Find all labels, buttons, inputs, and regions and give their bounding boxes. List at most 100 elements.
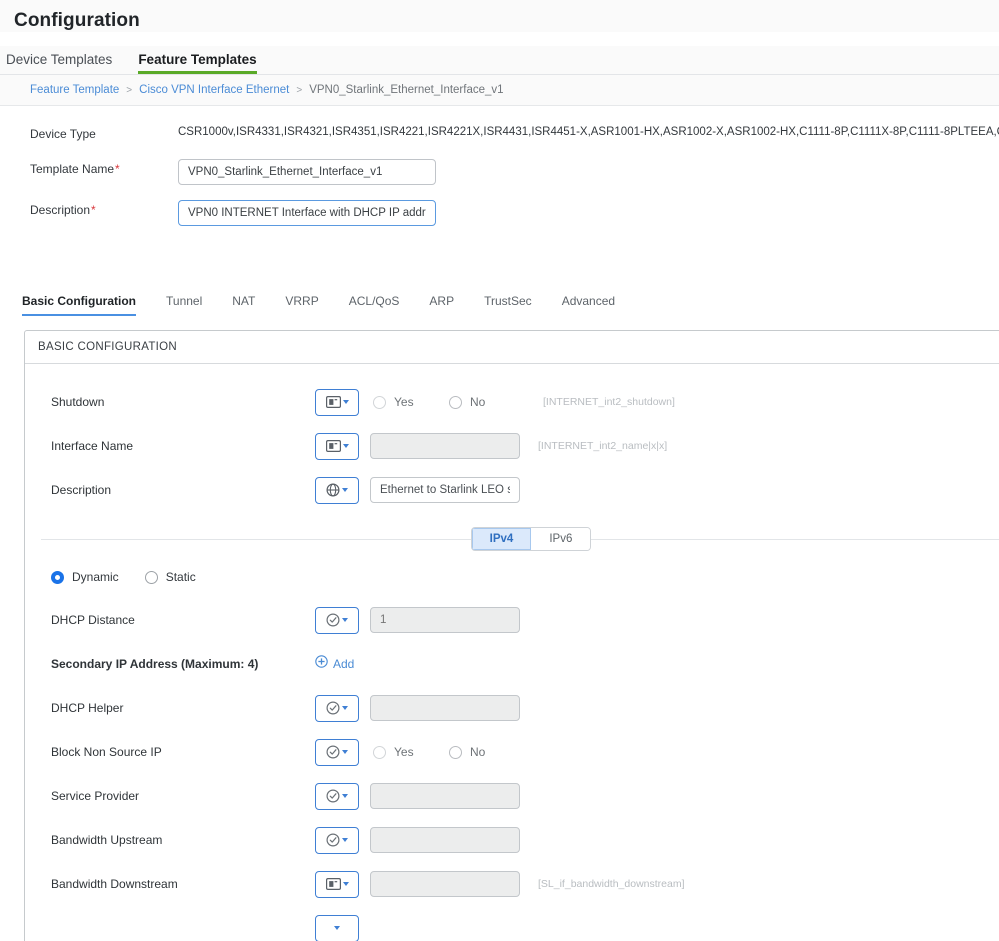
- scope-selector-dhcp-helper[interactable]: [315, 694, 359, 722]
- label-dhcp-distance: DHCP Distance: [51, 613, 135, 627]
- radio-circle-icon: [449, 395, 462, 409]
- radio-group-shutdown: Yes No: [373, 395, 525, 409]
- label-interface-name: Interface Name: [51, 439, 134, 453]
- chevron-down-icon: [342, 838, 348, 842]
- radio-block-non-source-ip-no[interactable]: No: [449, 745, 525, 759]
- panel-body: Shutdown Yes No [INTERNET_int2_shutdown]…: [25, 364, 999, 941]
- tab-acl-qos[interactable]: ACL/QoS: [349, 294, 400, 316]
- variable-name-bandwidth-downstream: [SL_if_bandwidth_downstream]: [538, 878, 685, 890]
- chevron-down-icon: [342, 750, 348, 754]
- breadcrumb-cisco-vpn-interface-ethernet[interactable]: Cisco VPN Interface Ethernet: [139, 84, 289, 96]
- segment-ipv6[interactable]: IPv6: [531, 528, 591, 550]
- input-service-provider[interactable]: [370, 783, 520, 809]
- device-type-value: CSR1000v,ISR4331,ISR4321,ISR4351,ISR4221…: [178, 126, 999, 138]
- ip-family-toggle: IPv4 IPv6: [470, 527, 592, 551]
- main-tabbar: Device Templates Feature Templates: [0, 46, 999, 75]
- label-bandwidth-upstream: Bandwidth Upstream: [51, 833, 163, 847]
- tab-trustsec[interactable]: TrustSec: [484, 294, 532, 316]
- tab-vrrp[interactable]: VRRP: [285, 294, 318, 316]
- radio-selected-icon: [51, 570, 64, 584]
- default-check-icon: [326, 833, 340, 847]
- row-bandwidth-downstream: Bandwidth Downstream [SL_if_bandwidth_do…: [25, 862, 999, 906]
- radio-circle-icon: [144, 570, 158, 584]
- input-dhcp-distance[interactable]: [370, 607, 520, 633]
- row-interface-description: Description: [25, 468, 999, 512]
- radio-group-block-non-source-ip: Yes No: [373, 745, 525, 759]
- scope-selector-service-provider[interactable]: [315, 782, 359, 810]
- radio-label: No: [470, 745, 486, 759]
- chevron-down-icon: [342, 794, 348, 798]
- input-interface-name[interactable]: [370, 433, 520, 459]
- input-bandwidth-upstream[interactable]: [370, 827, 520, 853]
- radio-circle-icon: [373, 745, 386, 759]
- scope-selector-block-non-source-ip[interactable]: [315, 738, 359, 766]
- plus-circle-icon: [315, 655, 328, 673]
- row-shutdown: Shutdown Yes No [INTERNET_int2_shutdown]: [25, 380, 999, 424]
- label-bandwidth-downstream: Bandwidth Downstream: [51, 877, 178, 891]
- scope-selector-bandwidth-downstream[interactable]: [315, 870, 359, 898]
- tab-arp[interactable]: ARP: [429, 294, 454, 316]
- tab-tunnel[interactable]: Tunnel: [166, 294, 202, 316]
- row-service-provider: Service Provider: [25, 774, 999, 818]
- chevron-down-icon: [342, 400, 349, 404]
- input-dhcp-helper[interactable]: [370, 695, 520, 721]
- description-input[interactable]: [178, 200, 436, 226]
- variable-name-shutdown: [INTERNET_int2_shutdown]: [543, 396, 675, 408]
- template-name-label: Template Name*: [0, 159, 178, 179]
- add-secondary-ip-button[interactable]: Add: [315, 655, 354, 673]
- radio-block-non-source-ip-yes[interactable]: Yes: [373, 745, 449, 759]
- radio-dynamic[interactable]: Dynamic: [51, 570, 119, 584]
- tab-nat[interactable]: NAT: [232, 294, 255, 316]
- device-specific-icon: [325, 878, 341, 890]
- chevron-down-icon: [342, 444, 349, 448]
- tab-device-templates[interactable]: Device Templates: [6, 52, 112, 74]
- breadcrumb-current: VPN0_Starlink_Ethernet_Interface_v1: [309, 84, 504, 96]
- template-meta-form: Device Type CSR1000v,ISR4331,ISR4321,ISR…: [0, 106, 999, 226]
- description-label: Description*: [0, 200, 178, 220]
- row-dhcp-helper: DHCP Helper: [25, 686, 999, 730]
- divider-right: [591, 538, 999, 540]
- required-marker: *: [115, 162, 120, 176]
- scope-selector-partial-clipped[interactable]: [315, 914, 359, 941]
- device-specific-icon: [325, 440, 341, 452]
- page-title: Configuration: [14, 10, 140, 31]
- basic-configuration-panel: BASIC CONFIGURATION Shutdown Yes No [INT…: [24, 330, 999, 941]
- scope-selector-interface-description[interactable]: [315, 476, 359, 504]
- radio-circle-icon: [373, 395, 386, 409]
- chevron-down-icon: [342, 882, 349, 886]
- tab-advanced[interactable]: Advanced: [562, 294, 615, 316]
- tab-feature-templates[interactable]: Feature Templates: [138, 52, 256, 74]
- label-secondary-ip-address: Secondary IP Address (Maximum: 4): [51, 657, 259, 671]
- scope-selector-interface-name[interactable]: [315, 432, 359, 460]
- scope-selector-shutdown[interactable]: [315, 388, 359, 416]
- chevron-down-icon: [342, 618, 348, 622]
- template-name-input[interactable]: [178, 159, 436, 185]
- input-bandwidth-downstream[interactable]: [370, 871, 520, 897]
- default-check-icon: [326, 613, 340, 627]
- label-shutdown: Shutdown: [51, 395, 105, 409]
- radio-label: No: [470, 395, 486, 409]
- scope-selector-dhcp-distance[interactable]: [315, 606, 359, 634]
- radio-static[interactable]: Static: [144, 570, 196, 584]
- row-secondary-ip-address: Secondary IP Address (Maximum: 4) Add: [25, 642, 999, 686]
- device-type-row: Device Type CSR1000v,ISR4331,ISR4321,ISR…: [0, 124, 999, 144]
- radio-shutdown-yes[interactable]: Yes: [373, 395, 449, 409]
- device-specific-icon: [325, 396, 341, 408]
- breadcrumb: Feature Template > Cisco VPN Interface E…: [0, 75, 999, 106]
- breadcrumb-feature-template[interactable]: Feature Template: [30, 84, 119, 96]
- row-block-non-source-ip: Block Non Source IP Yes No: [25, 730, 999, 774]
- global-icon: [326, 483, 340, 497]
- radio-shutdown-no[interactable]: No: [449, 395, 525, 409]
- required-marker: *: [91, 203, 96, 217]
- chevron-down-icon: [342, 488, 348, 492]
- divider-left: [41, 538, 471, 540]
- configuration-page: Configuration Device Templates Feature T…: [0, 0, 999, 941]
- scope-selector-bandwidth-upstream[interactable]: [315, 826, 359, 854]
- ip-family-row: IPv4 IPv6: [41, 524, 999, 554]
- variable-name-interface-name: [INTERNET_int2_name|x|x]: [538, 440, 668, 452]
- input-interface-description[interactable]: [370, 477, 520, 503]
- segment-ipv4[interactable]: IPv4: [471, 528, 532, 550]
- template-name-label-text: Template Name: [30, 162, 115, 176]
- default-check-icon: [326, 789, 340, 803]
- tab-basic-configuration[interactable]: Basic Configuration: [22, 294, 136, 316]
